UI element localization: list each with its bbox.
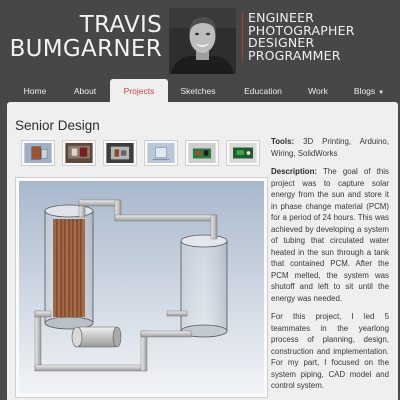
nav-education[interactable]: Education xyxy=(237,79,289,103)
nav-blogs-dropdown[interactable]: Blogs ▼ xyxy=(347,79,391,103)
site-name[interactable]: TRAVIS BUMGARNER xyxy=(10,13,162,61)
gallery-thumbnail-4[interactable] xyxy=(144,140,178,166)
tools-label: Tools: xyxy=(271,137,295,146)
description-label: Description: xyxy=(271,167,318,176)
nav-blogs-label: Blogs xyxy=(353,86,376,96)
site-header: TRAVIS BUMGARNER ENGINEER PHOTOGRAPHER D… xyxy=(0,0,400,80)
role-programmer: PROGRAMMER xyxy=(248,47,341,63)
main-nav: Home About Projects Sketches Education W… xyxy=(0,79,400,103)
gallery-thumbnail-6[interactable] xyxy=(226,140,260,166)
gallery-thumbnail-5[interactable] xyxy=(185,140,219,166)
description-paragraph: Description: The goal of this project wa… xyxy=(271,166,389,304)
nav-projects[interactable]: Projects xyxy=(110,79,168,103)
content-panel: Senior Design Tools: 3D Printing, Arduin… xyxy=(7,102,398,400)
role-list: ENGINEER PHOTOGRAPHER DESIGNER PROGRAMME… xyxy=(248,11,355,63)
profile-photo xyxy=(169,8,236,74)
page-title: Senior Design xyxy=(15,118,100,133)
header-divider xyxy=(242,12,243,62)
tools-paragraph: Tools: 3D Printing, Arduino, Wiring, Sol… xyxy=(271,136,389,159)
name-last: BUMGARNER xyxy=(9,36,162,62)
project-main-image[interactable] xyxy=(15,177,268,398)
project-description: Tools: 3D Printing, Arduino, Wiring, Sol… xyxy=(271,136,389,399)
nav-home[interactable]: Home xyxy=(14,79,56,103)
gallery-thumbnail-1[interactable] xyxy=(21,140,55,166)
gallery-thumbnail-2[interactable] xyxy=(62,140,96,166)
nav-about[interactable]: About xyxy=(65,79,105,103)
nav-sketches[interactable]: Sketches xyxy=(174,79,222,103)
role-paragraph: For this project, I led 5 teammates in t… xyxy=(271,312,389,390)
description-text: The goal of this project was to capture … xyxy=(271,167,389,303)
caret-down-icon: ▼ xyxy=(378,90,385,96)
gallery-thumbnail-3[interactable] xyxy=(103,140,137,166)
nav-work[interactable]: Work xyxy=(301,79,335,103)
name-first: TRAVIS xyxy=(79,12,162,38)
